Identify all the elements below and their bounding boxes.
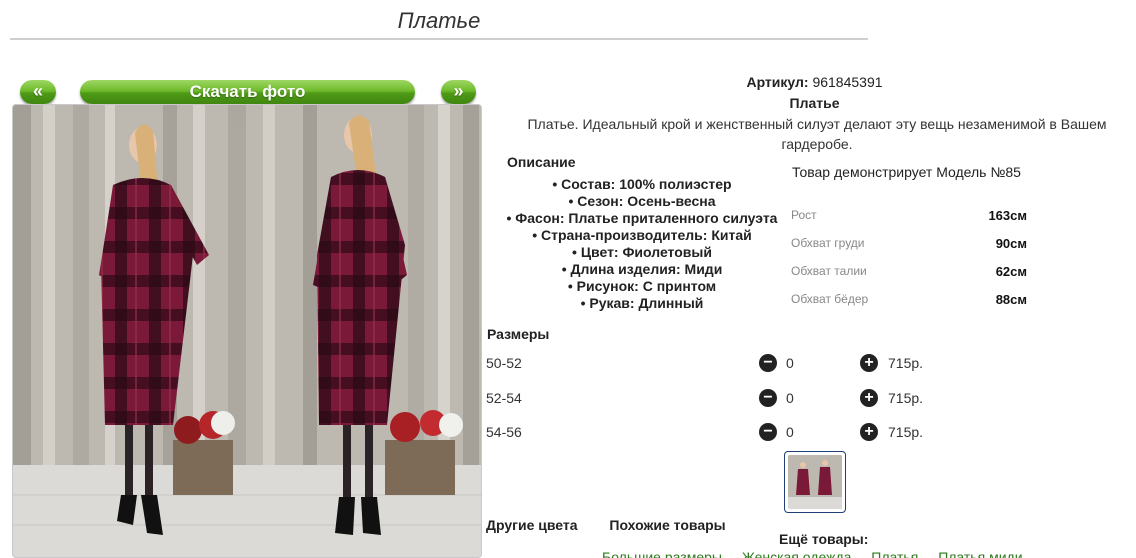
measurement-value: 62см <box>995 264 1027 279</box>
price: 715р. <box>888 424 924 440</box>
measurement-row: Обхват талии 62см <box>791 264 1027 284</box>
minus-icon[interactable]: − <box>759 389 777 407</box>
download-photo-button[interactable]: Скачать фото <box>80 80 415 104</box>
category-link[interactable]: Большие размеры <box>602 549 722 558</box>
property-item: • Цвет: Фиолетовый <box>572 244 712 260</box>
property-item: • Рисунок: С принтом <box>567 278 717 294</box>
price: 715р. <box>888 355 924 371</box>
minus-icon[interactable]: − <box>759 423 777 441</box>
quantity-value: 0 <box>786 424 794 440</box>
description-heading: Описание <box>507 154 576 170</box>
measurement-label: Обхват бёдер <box>791 292 869 306</box>
tab-similar-products[interactable]: Похожие товары <box>609 517 725 533</box>
property-item: • Фасон: Платье приталенного силуэта <box>506 210 778 226</box>
property-item: • Длина изделия: Миди <box>561 261 723 277</box>
quantity-value: 0 <box>786 355 794 371</box>
measurement-value: 163см <box>988 208 1027 223</box>
product-description: Платье. Идеальный крой и женственный сил… <box>527 116 1107 152</box>
bottom-tabs: Другие цвета Похожие товары <box>486 517 754 533</box>
minus-icon[interactable]: − <box>759 354 777 372</box>
size-row: 50-52 − 0 + 715р. <box>486 354 946 374</box>
product-photo[interactable] <box>12 104 482 558</box>
category-link[interactable]: Платья миди <box>938 549 1022 558</box>
photo-thumbnail[interactable] <box>784 451 846 513</box>
size-label: 52-54 <box>486 390 522 406</box>
thumbnail-image <box>788 455 842 509</box>
product-info: Артикул: 961845391 Платье Платье. Идеаль… <box>482 0 1136 558</box>
more-products-heading: Ещё товары: <box>779 531 869 547</box>
category-links: Большие размеры Женская одежда Платья Пл… <box>602 549 1039 558</box>
size-label: 54-56 <box>486 424 522 440</box>
product-name: Платье <box>789 95 840 111</box>
price: 715р. <box>888 390 924 406</box>
measurement-value: 88см <box>995 292 1027 307</box>
plus-icon[interactable]: + <box>860 423 878 441</box>
measurement-label: Обхват груди <box>791 236 865 250</box>
product-photo-image <box>13 105 481 557</box>
measurement-value: 90см <box>995 236 1027 251</box>
measurement-row: Обхват бёдер 88см <box>791 292 1027 312</box>
article-label: Артикул: <box>746 74 809 90</box>
size-row: 54-56 − 0 + 715р. <box>486 423 946 443</box>
property-item: • Сезон: Осень-весна <box>568 193 716 209</box>
model-heading: Товар демонстрирует Модель №85 <box>792 164 1021 180</box>
property-item: • Рукав: Длинный <box>580 295 704 311</box>
size-label: 50-52 <box>486 355 522 371</box>
quantity-value: 0 <box>786 390 794 406</box>
measurement-label: Рост <box>791 208 817 222</box>
sizes-heading: Размеры <box>487 326 550 342</box>
property-item: • Страна-производитель: Китай <box>532 227 752 243</box>
measurement-row: Обхват груди 90см <box>791 236 1027 256</box>
size-row: 52-54 − 0 + 715р. <box>486 389 946 409</box>
property-list: • Состав: 100% полиэстер • Сезон: Осень-… <box>502 176 782 312</box>
plus-icon[interactable]: + <box>860 389 878 407</box>
prev-photo-button[interactable]: « <box>20 80 56 104</box>
next-photo-button[interactable]: » <box>441 80 476 104</box>
article: Артикул: 961845391 <box>482 74 1136 90</box>
category-link[interactable]: Платья <box>871 549 918 558</box>
tab-other-colors[interactable]: Другие цвета <box>486 517 578 533</box>
article-value: 961845391 <box>812 74 883 90</box>
property-item: • Состав: 100% полиэстер <box>552 176 732 192</box>
measurement-label: Обхват талии <box>791 264 867 278</box>
category-link[interactable]: Женская одежда <box>742 549 852 558</box>
plus-icon[interactable]: + <box>860 354 878 372</box>
measurement-row: Рост 163см <box>791 208 1027 228</box>
